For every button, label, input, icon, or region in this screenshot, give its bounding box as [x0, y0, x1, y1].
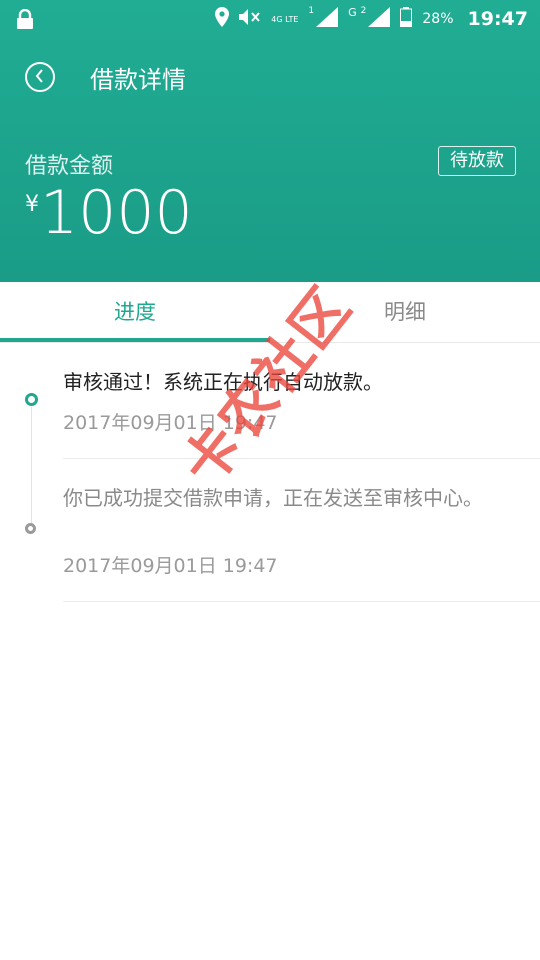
tab-details[interactable]: 明细 — [270, 282, 540, 342]
status-bar: 4G LTE 1 G 2 28% 19:47 — [0, 0, 540, 38]
divider — [63, 458, 540, 459]
battery-icon — [400, 7, 413, 31]
tab-progress[interactable]: 进度 — [0, 282, 270, 342]
network-type: 4G LTE — [271, 14, 299, 24]
timeline-line — [31, 407, 32, 525]
sim2-type: G — [348, 5, 357, 19]
sim2-label: 2 — [360, 6, 367, 16]
loan-header: 4G LTE 1 G 2 28% 19:47 借款详情 借款金额 待放款 ¥ 1… — [0, 0, 540, 282]
loan-amount-value: 1000 — [40, 178, 193, 248]
back-button[interactable] — [25, 62, 55, 92]
signal-icon — [316, 7, 339, 31]
status-icons: 4G LTE 1 G 2 28% 19:47 — [215, 0, 528, 38]
clock: 19:47 — [467, 8, 528, 30]
timeline-item-time: 2017年09月01日 19:47 — [63, 412, 278, 434]
currency-symbol: ¥ — [25, 192, 39, 217]
chevron-left-icon — [34, 68, 46, 87]
status-badge: 待放款 — [438, 146, 516, 176]
divider — [63, 601, 540, 602]
signal-icon — [368, 7, 391, 31]
timeline-item-time: 2017年09月01日 19:47 — [63, 555, 278, 577]
tab-indicator — [0, 338, 270, 342]
timeline-dot-active — [25, 393, 38, 406]
page-title: 借款详情 — [90, 66, 186, 94]
battery-percent: 28% — [422, 11, 454, 27]
timeline-item-text: 审核通过！系统正在执行自动放款。 — [63, 370, 383, 394]
timeline-item-text: 你已成功提交借款申请，正在发送至审核中心。 — [63, 486, 483, 510]
tab-bar: 进度 明细 — [0, 282, 540, 343]
lock-icon — [16, 8, 34, 33]
location-icon — [215, 7, 230, 31]
loan-amount-label: 借款金额 — [25, 154, 114, 179]
mute-icon — [239, 8, 261, 30]
timeline-dot-inactive — [25, 523, 36, 534]
sim1-label: 1 — [308, 6, 315, 16]
